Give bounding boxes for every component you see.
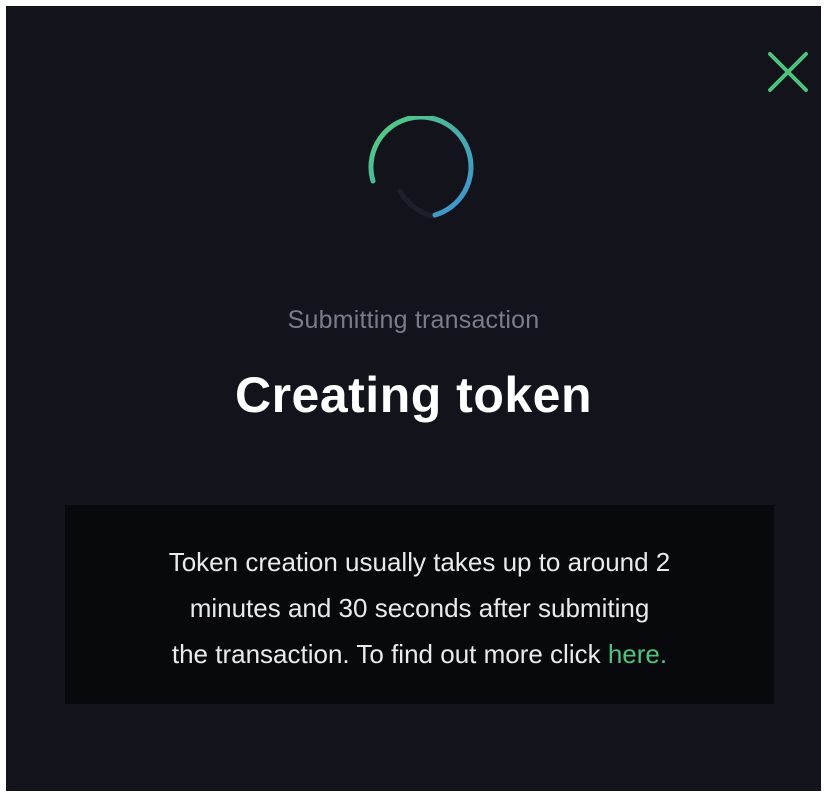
info-text-line-3-prefix: the transaction. To find out more click	[171, 639, 608, 669]
info-text-line-1: Token creation usually takes up to aroun…	[168, 547, 671, 577]
loading-spinner-icon	[368, 114, 478, 226]
info-text-line-2: minutes and 30 seconds after submiting	[189, 593, 650, 623]
close-icon	[768, 52, 808, 92]
page-title: Creating token	[234, 367, 593, 423]
status-subtitle: Submitting transaction	[287, 306, 540, 334]
close-button[interactable]	[766, 50, 810, 94]
creating-token-modal: Submitting transaction Creating token To…	[6, 6, 821, 791]
learn-more-link[interactable]: here.	[608, 639, 667, 669]
info-box: Token creation usually takes up to aroun…	[65, 505, 774, 704]
info-text-line-3: the transaction. To find out more click …	[105, 631, 734, 677]
